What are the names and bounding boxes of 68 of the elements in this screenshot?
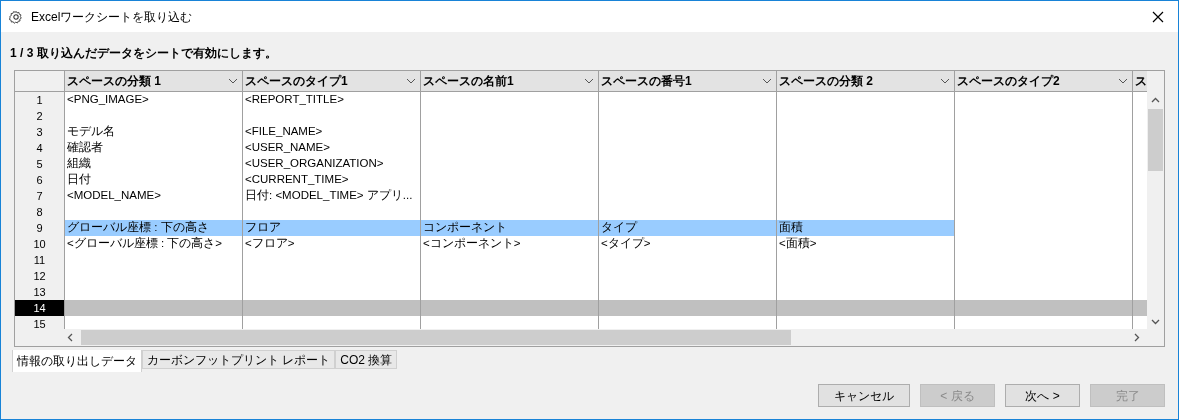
column-header[interactable]: スペースの名前1 bbox=[421, 71, 599, 92]
vertical-scrollbar[interactable] bbox=[1147, 71, 1164, 329]
sheet-tab[interactable]: CO2 換算 bbox=[335, 350, 398, 369]
table-cell: コンポーネント bbox=[421, 220, 599, 237]
row-header[interactable]: 8 bbox=[15, 204, 65, 221]
chevron-right-icon[interactable] bbox=[1134, 333, 1140, 342]
column-header[interactable]: スペースの分類 2 bbox=[777, 71, 955, 92]
table-cell: <面積> bbox=[777, 236, 955, 253]
table-cell: <タイプ> bbox=[599, 236, 777, 253]
chevron-down-icon bbox=[584, 78, 594, 84]
dialog-button[interactable]: 次へ > bbox=[1005, 384, 1080, 407]
column-header[interactable]: スペースのタイプ1 bbox=[243, 71, 421, 92]
table-cell: <PNG_IMAGE> bbox=[65, 92, 243, 109]
dialog-button[interactable]: キャンセル bbox=[818, 384, 910, 407]
table-cell: <USER_NAME> bbox=[243, 140, 421, 157]
step-heading: 1 / 3 取り込んだデータをシートで有効にします。 bbox=[10, 46, 277, 60]
scrollbar-thumb[interactable] bbox=[81, 330, 791, 345]
table-cell: <フロア> bbox=[243, 236, 421, 253]
table-cell: <コンポーネント> bbox=[421, 236, 599, 253]
chevron-down-icon bbox=[406, 78, 416, 84]
table-cell: <USER_ORGANIZATION> bbox=[243, 156, 421, 173]
table-cell: 日付 bbox=[65, 172, 243, 189]
table-cell: フロア bbox=[243, 220, 421, 237]
column-header[interactable]: スペースのタイプ2 bbox=[955, 71, 1133, 92]
row-header[interactable]: 15 bbox=[15, 316, 65, 329]
table-cell: <FILE_NAME> bbox=[243, 124, 421, 141]
row-header[interactable]: 11 bbox=[15, 252, 65, 269]
close-icon bbox=[1152, 10, 1164, 23]
table-cell: <グローバル座標 : 下の高さ> bbox=[65, 236, 243, 253]
row-header[interactable]: 12 bbox=[15, 268, 65, 285]
table-cell bbox=[1133, 300, 1147, 317]
table-cell: 確認者 bbox=[65, 140, 243, 157]
horizontal-scrollbar[interactable] bbox=[15, 329, 1164, 346]
sheet-tab[interactable]: 情報の取り出しデータ bbox=[12, 350, 142, 372]
table-cell: タイプ bbox=[599, 220, 777, 237]
scrollbar-thumb[interactable] bbox=[1148, 109, 1163, 171]
row-header[interactable]: 3 bbox=[15, 124, 65, 141]
window-title: Excelワークシートを取り込む bbox=[31, 8, 193, 26]
row-header[interactable]: 13 bbox=[15, 284, 65, 301]
table-cell: <REPORT_TITLE> bbox=[243, 92, 421, 109]
table-cell: <CURRENT_TIME> bbox=[243, 172, 421, 189]
chevron-down-icon bbox=[940, 78, 950, 84]
chevron-down-icon bbox=[1118, 78, 1128, 84]
table-cell: モデル名 bbox=[65, 124, 243, 141]
table-cell: 日付: <MODEL_TIME> アプリ... bbox=[243, 188, 421, 205]
row-header[interactable]: 4 bbox=[15, 140, 65, 157]
row-header[interactable]: 10 bbox=[15, 236, 65, 253]
column-header[interactable]: スペースの分類 1 bbox=[65, 71, 243, 92]
table-cell: 面積 bbox=[777, 220, 955, 237]
row-header[interactable]: 1 bbox=[15, 92, 65, 109]
chevron-up-icon[interactable] bbox=[1151, 97, 1160, 103]
row-header[interactable]: 14 bbox=[15, 300, 65, 317]
row-header[interactable]: 7 bbox=[15, 188, 65, 205]
row-header[interactable]: 2 bbox=[15, 108, 65, 125]
column-header[interactable]: スペースの番号1 bbox=[599, 71, 777, 92]
sheet-tab[interactable]: カーボンフットプリント レポート bbox=[142, 350, 336, 369]
row-header[interactable]: 9 bbox=[15, 220, 65, 237]
table-cell: <MODEL_NAME> bbox=[65, 188, 243, 205]
column-header[interactable]: ス bbox=[1133, 71, 1147, 92]
chevron-down-icon bbox=[228, 78, 238, 84]
chevron-down-icon bbox=[762, 78, 772, 84]
settings-icon bbox=[9, 9, 23, 24]
row-header[interactable]: 5 bbox=[15, 156, 65, 173]
table-cell: グローバル座標 : 下の高さ bbox=[65, 220, 243, 237]
table-cell: 組織 bbox=[65, 156, 243, 173]
chevron-left-icon[interactable] bbox=[67, 333, 73, 342]
chevron-down-icon[interactable] bbox=[1151, 319, 1160, 325]
row-header[interactable]: 6 bbox=[15, 172, 65, 189]
